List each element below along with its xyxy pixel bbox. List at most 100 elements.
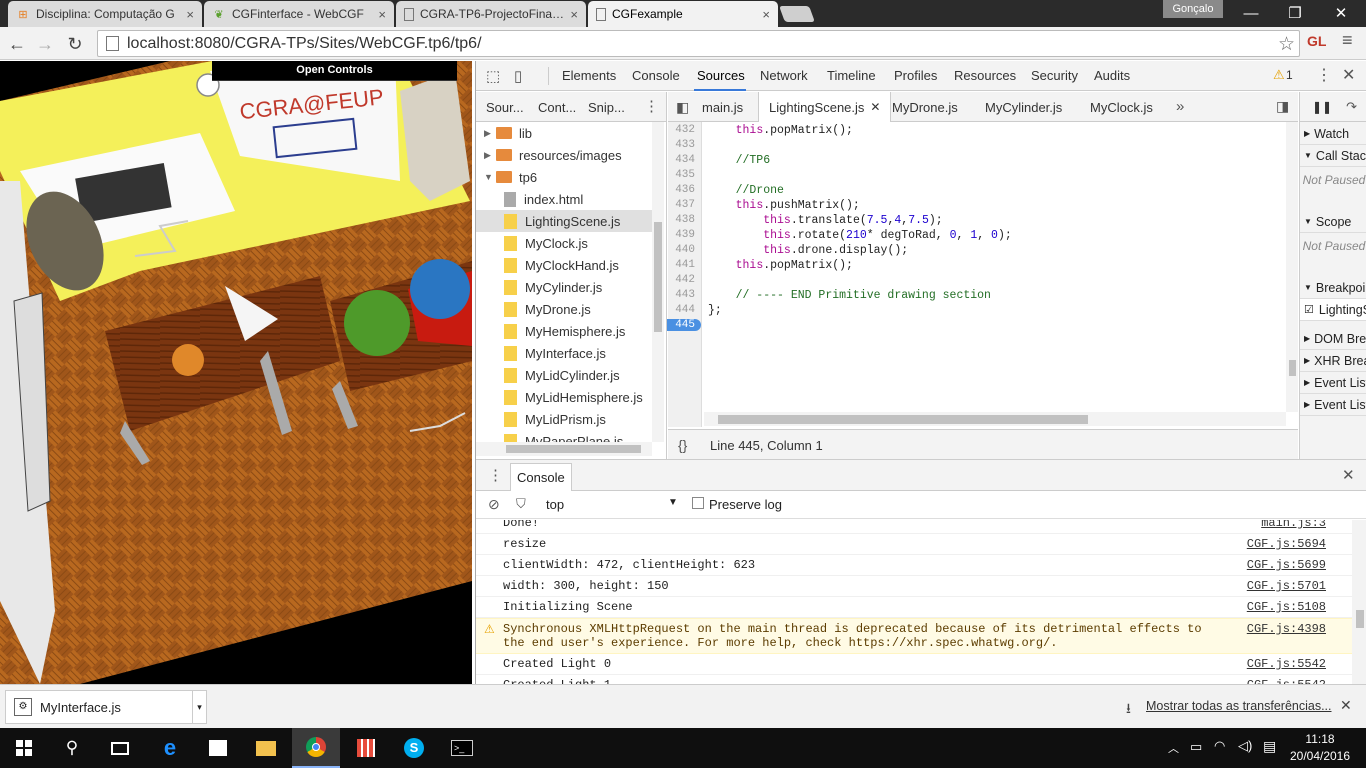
webgl-canvas[interactable]: CGRA@FEUP Open Controls bbox=[0, 61, 472, 684]
navigator-scrollbar[interactable] bbox=[652, 122, 664, 442]
tab-sources[interactable]: Sources bbox=[697, 68, 745, 83]
editor-tab-mycylinder[interactable]: MyCylinder.js bbox=[975, 92, 1072, 122]
terminal-icon[interactable]: >_ bbox=[438, 728, 486, 768]
close-tab-icon[interactable]: × bbox=[570, 7, 578, 22]
navigator-h-scrollbar[interactable] bbox=[476, 442, 652, 456]
checkbox-icon[interactable]: ☑ bbox=[1304, 303, 1314, 316]
code-line[interactable]: //TP6 bbox=[708, 154, 771, 167]
dom-breakpoints-section[interactable]: ▶DOM Breakpoints bbox=[1300, 328, 1366, 350]
reload-icon[interactable]: ↻ bbox=[64, 33, 86, 55]
toggle-debugger-icon[interactable]: ◨ bbox=[1276, 98, 1289, 115]
tree-file[interactable]: MyHemisphere.js bbox=[476, 320, 652, 342]
tab-sources-nav[interactable]: Sour... bbox=[486, 100, 524, 115]
tray-chevron-icon[interactable]: ︿ bbox=[1168, 740, 1179, 756]
console-source-link[interactable]: CGF.js:4398 bbox=[1247, 622, 1326, 636]
store-icon[interactable] bbox=[194, 728, 242, 768]
code-line[interactable]: this.popMatrix(); bbox=[708, 124, 853, 137]
editor-h-scrollbar[interactable] bbox=[704, 412, 1286, 426]
tray-network-device-icon[interactable]: ▭ bbox=[1190, 739, 1202, 755]
event-listeners-section[interactable]: ▶Event Listeners bbox=[1300, 394, 1366, 416]
tab-audits[interactable]: Audits bbox=[1094, 68, 1130, 83]
tree-folder[interactable]: ▼ tp6 bbox=[476, 166, 652, 188]
breakpoint-item[interactable]: ☑ LightingScene.js bbox=[1300, 299, 1366, 321]
tab-content-scripts[interactable]: Cont... bbox=[538, 100, 576, 115]
download-item[interactable]: ⚙ MyInterface.js ▾ bbox=[5, 690, 207, 724]
code-line[interactable]: this.drone.display(); bbox=[708, 244, 908, 257]
tree-file[interactable]: MyInterface.js bbox=[476, 342, 652, 364]
chevron-right-icon[interactable]: ▶ bbox=[484, 150, 496, 161]
open-controls-button[interactable]: Open Controls bbox=[212, 61, 457, 81]
tab-console[interactable]: Console bbox=[632, 68, 680, 83]
call-stack-section[interactable]: ▼Call Stack bbox=[1300, 145, 1366, 167]
browser-tab-disciplina[interactable]: ⊞ Disciplina: Computação G × bbox=[8, 1, 202, 27]
tree-file[interactable]: MyClockHand.js bbox=[476, 254, 652, 276]
step-over-icon[interactable]: ↷ bbox=[1346, 99, 1357, 115]
new-tab-button[interactable] bbox=[779, 6, 815, 22]
url-text[interactable]: localhost:8080/CGRA-TPs/Sites/WebCGF.tp6… bbox=[127, 35, 482, 53]
warning-count[interactable]: 1 bbox=[1286, 68, 1293, 82]
extension-gl-button[interactable]: GL bbox=[1307, 33, 1326, 49]
volume-icon[interactable]: ◁) bbox=[1238, 738, 1252, 754]
browser-tab-cgfexample[interactable]: CGFexample × bbox=[588, 1, 778, 27]
xhr-breakpoints-section[interactable]: ▶XHR Breakpoints bbox=[1300, 350, 1366, 372]
task-view-icon[interactable] bbox=[96, 728, 144, 768]
close-tab-icon[interactable]: × bbox=[762, 7, 770, 22]
watch-section[interactable]: ▶ Watch bbox=[1300, 123, 1366, 145]
edge-icon[interactable]: e bbox=[146, 728, 194, 768]
more-tabs-icon[interactable]: » bbox=[1176, 98, 1184, 115]
tree-file[interactable]: index.html bbox=[476, 188, 652, 210]
tree-file[interactable]: MyLidPrism.js bbox=[476, 408, 652, 430]
editor-tab-main[interactable]: main.js bbox=[692, 92, 753, 122]
browser-tab-cgfinterface[interactable]: ❦ CGFinterface - WebCGF × bbox=[204, 1, 394, 27]
console-source-link[interactable]: CGF.js:5542 bbox=[1247, 657, 1326, 671]
tree-folder[interactable]: ▶ resources/images bbox=[476, 144, 652, 166]
event-listener-breakpoints-section[interactable]: ▶Event Listener Breakpoints bbox=[1300, 372, 1366, 394]
tab-elements[interactable]: Elements bbox=[562, 68, 616, 83]
close-download-bar-icon[interactable]: ✕ bbox=[1340, 697, 1352, 714]
clock-time[interactable]: 11:18 bbox=[1290, 732, 1350, 746]
code-line[interactable]: this.translate(7.5,4,7.5); bbox=[708, 214, 943, 227]
editor-tab-myclock[interactable]: MyClock.js bbox=[1080, 92, 1163, 122]
toggle-navigator-icon[interactable]: ◧ bbox=[676, 99, 689, 116]
console-source-link[interactable]: CGF.js:5701 bbox=[1247, 579, 1326, 593]
close-window-icon[interactable]: ✕ bbox=[1318, 0, 1364, 26]
clock-date[interactable]: 20/04/2016 bbox=[1288, 749, 1352, 763]
code-line[interactable]: }; bbox=[708, 304, 722, 317]
code-line[interactable]: this.rotate(210* degToRad, 0, 1, 0); bbox=[708, 229, 1012, 242]
search-icon[interactable]: ⚲ bbox=[48, 728, 96, 768]
console-scrollbar[interactable] bbox=[1352, 520, 1366, 685]
console-source-link[interactable]: CGF.js:5699 bbox=[1247, 558, 1326, 572]
chevron-right-icon[interactable]: ▶ bbox=[484, 128, 496, 139]
devtools-menu-icon[interactable]: ⋮ bbox=[1316, 65, 1332, 85]
tree-file[interactable]: MyCylinder.js bbox=[476, 276, 652, 298]
download-menu-chevron-icon[interactable]: ▾ bbox=[192, 690, 206, 724]
restore-icon[interactable]: ❐ bbox=[1272, 0, 1318, 26]
back-arrow-icon[interactable]: ← bbox=[6, 33, 28, 55]
pretty-print-icon[interactable]: {} bbox=[678, 437, 687, 453]
show-all-downloads-link[interactable]: Mostrar todas as transferências... bbox=[1146, 699, 1332, 713]
chrome-icon[interactable] bbox=[292, 728, 340, 768]
console-source-link[interactable]: CGF.js:5694 bbox=[1247, 537, 1326, 551]
tab-snippets[interactable]: Snip... bbox=[588, 100, 625, 115]
console-source-link[interactable]: CGF.js:5108 bbox=[1247, 600, 1326, 614]
tree-file[interactable]: MyLidHemisphere.js bbox=[476, 386, 652, 408]
navigator-menu-icon[interactable]: ⋮ bbox=[644, 97, 659, 115]
chrome-menu-icon[interactable]: ≡ bbox=[1342, 30, 1353, 51]
drawer-menu-icon[interactable]: ⋮ bbox=[488, 466, 503, 484]
console-source-link[interactable]: main.js:3 bbox=[1261, 520, 1326, 530]
preserve-log-checkbox[interactable] bbox=[692, 497, 704, 509]
wifi-icon[interactable]: ◠ bbox=[1214, 738, 1225, 754]
inspect-element-icon[interactable]: ⬚ bbox=[486, 67, 500, 85]
bookmark-star-icon[interactable]: ☆ bbox=[1278, 33, 1295, 56]
close-tab-icon[interactable]: × bbox=[378, 7, 386, 22]
code-line[interactable]: // ---- END Primitive drawing section bbox=[708, 289, 991, 302]
code-area[interactable]: this.popMatrix(); //TP6 //Drone this.pus… bbox=[668, 122, 1286, 412]
close-icon[interactable]: ✕ bbox=[870, 100, 880, 114]
minimize-icon[interactable]: — bbox=[1228, 0, 1274, 26]
chevron-down-icon[interactable]: ▼ bbox=[484, 172, 496, 182]
code-line[interactable]: this.popMatrix(); bbox=[708, 259, 853, 272]
action-center-icon[interactable]: ▤ bbox=[1263, 738, 1276, 755]
editor-tab-mydrone[interactable]: MyDrone.js bbox=[882, 92, 968, 122]
tree-file[interactable]: MyDrone.js bbox=[476, 298, 652, 320]
tab-security[interactable]: Security bbox=[1031, 68, 1078, 83]
